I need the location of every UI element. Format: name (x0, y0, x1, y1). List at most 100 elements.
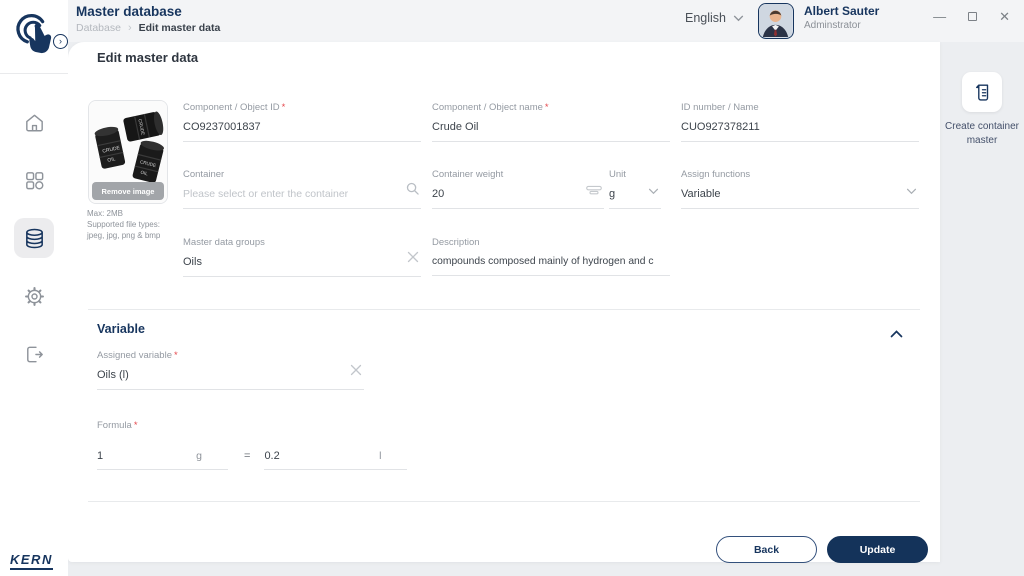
image-file-types-label: Supported file types: (87, 220, 160, 231)
formula-row: g = l (97, 450, 407, 470)
formula-left-field: g (97, 450, 228, 470)
language-dropdown[interactable]: English (685, 11, 744, 25)
field-container: Container (183, 169, 421, 209)
apps-grid-icon (23, 169, 46, 192)
field-component-name: Component / Object name* (432, 102, 670, 142)
chevron-up-icon (890, 330, 903, 338)
equals-sign: = (244, 450, 250, 462)
collapse-section-button[interactable] (890, 325, 903, 343)
user-role: Adminstrator (804, 20, 861, 31)
search-icon[interactable] (406, 182, 419, 200)
language-value: English (685, 11, 726, 25)
touch-logo-icon (11, 12, 57, 62)
scale-icon (586, 182, 602, 200)
container-weight-input[interactable] (432, 188, 604, 200)
formula-value2-input[interactable] (264, 450, 334, 462)
product-image-thumbnail: CRUDE OIL CRUDE CRUDE OIL Remove image (88, 100, 168, 204)
sidebar-expand-button[interactable]: › (53, 34, 68, 49)
sidebar-item-apps[interactable] (14, 160, 54, 200)
maximize-icon (968, 12, 977, 21)
footer-divider (88, 501, 920, 502)
chevron-down-icon (733, 15, 744, 22)
description-input[interactable] (432, 256, 670, 267)
image-upload-hints: Max: 2MB Supported file types: jpeg, jpg… (87, 209, 160, 241)
create-container-master-label: Create container master (940, 120, 1024, 147)
formula-unit2: l (379, 450, 407, 462)
sidebar-item-database[interactable] (14, 218, 54, 258)
field-label: ID number / Name (681, 102, 919, 113)
sidebar-item-logout[interactable] (14, 334, 54, 374)
breadcrumb-parent[interactable]: Database (76, 22, 121, 34)
update-button[interactable]: Update (827, 536, 928, 563)
edit-master-data-card: Edit master data CRUDE OIL CRUDE (68, 42, 940, 562)
assign-functions-value: Variable (681, 188, 721, 200)
formula-label: Formula* (97, 420, 138, 431)
gear-icon (23, 285, 46, 308)
required-asterisk: * (174, 350, 178, 361)
field-assign-functions: Assign functions Variable (681, 169, 919, 209)
field-label: Description (432, 237, 670, 248)
window-controls: — ✕ (933, 10, 1010, 23)
assign-functions-select[interactable]: Variable (681, 188, 919, 209)
image-file-types: jpeg, jpg, png & bmp (87, 231, 160, 242)
field-component-id: Component / Object ID* (183, 102, 421, 142)
field-assigned-variable: Assigned variable* (97, 350, 364, 390)
component-name-input[interactable] (432, 121, 670, 133)
right-action-panel: Create container master (940, 42, 1024, 576)
unit-select[interactable]: g (609, 188, 661, 209)
unit-value: g (609, 188, 615, 200)
id-number-input[interactable] (681, 121, 919, 133)
back-button[interactable]: Back (716, 536, 817, 563)
chevron-down-icon (906, 182, 917, 200)
formula-right-field: l (264, 450, 407, 470)
breadcrumb: Database › Edit master data (76, 22, 220, 34)
container-beaker-icon (971, 81, 993, 103)
maximize-button[interactable] (968, 10, 977, 23)
component-id-input[interactable] (183, 121, 421, 133)
field-id-number: ID number / Name (681, 102, 919, 142)
avatar-photo (759, 4, 792, 37)
variable-section-title: Variable (97, 322, 145, 336)
field-container-weight: Container weight (432, 169, 604, 209)
field-unit: Unit g (609, 169, 661, 209)
sidebar-item-settings[interactable] (14, 276, 54, 316)
field-label: Assign functions (681, 169, 919, 180)
image-max-size: Max: 2MB (87, 209, 160, 220)
clear-icon[interactable] (350, 363, 362, 381)
field-label: Unit (609, 169, 661, 180)
close-button[interactable]: ✕ (999, 10, 1010, 23)
section-divider (88, 309, 920, 310)
field-label: Container weight (432, 169, 604, 180)
user-name: Albert Sauter (804, 4, 879, 18)
database-icon (23, 227, 46, 250)
assigned-variable-input[interactable] (97, 369, 364, 381)
required-asterisk: * (134, 420, 138, 431)
create-container-master-button[interactable] (962, 72, 1002, 112)
field-description: Description (432, 237, 670, 276)
clear-icon[interactable] (407, 250, 419, 268)
formula-value1-input[interactable] (97, 450, 157, 462)
chevron-down-icon (648, 182, 659, 200)
field-label: Assigned variable* (97, 350, 364, 361)
logout-icon (23, 343, 46, 366)
minimize-button[interactable]: — (933, 10, 946, 23)
field-label: Master data groups (183, 237, 421, 248)
breadcrumb-separator: › (128, 22, 132, 34)
remove-image-button[interactable]: Remove image (92, 182, 164, 200)
user-avatar[interactable] (758, 3, 794, 39)
page-title: Edit master data (97, 50, 198, 65)
field-label: Container (183, 169, 421, 180)
formula-unit1: g (196, 450, 228, 462)
sidebar-item-home[interactable] (14, 102, 54, 142)
sidebar: KERN (0, 0, 68, 576)
container-search-input[interactable] (183, 188, 421, 200)
app-title: Master database (76, 4, 182, 19)
field-label: Component / Object ID* (183, 102, 421, 113)
master-data-groups-input[interactable] (183, 256, 421, 268)
breadcrumb-current: Edit master data (139, 22, 221, 34)
required-asterisk: * (282, 102, 286, 113)
field-master-data-groups: Master data groups (183, 237, 421, 277)
kern-brand-logo: KERN (10, 552, 53, 570)
topbar: Master database Database › Edit master d… (68, 0, 1024, 42)
required-asterisk: * (545, 102, 549, 113)
